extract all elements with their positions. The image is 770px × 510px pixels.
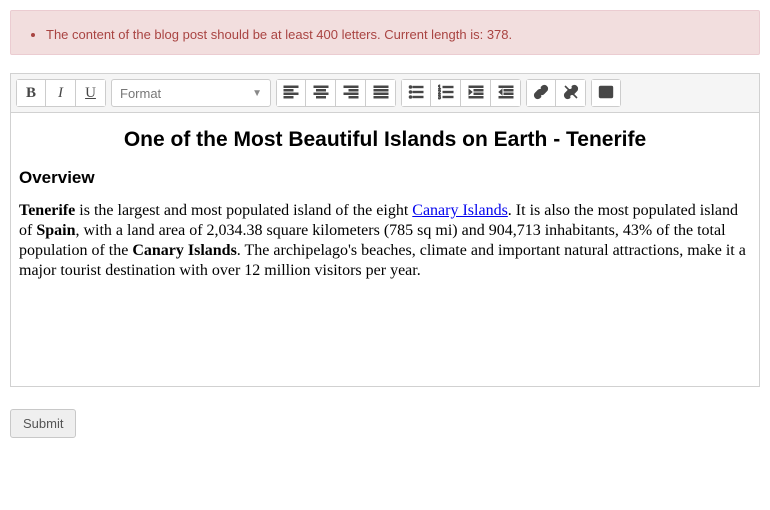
- unordered-list-button[interactable]: [401, 79, 431, 107]
- align-right-button[interactable]: [336, 79, 366, 107]
- bold-text: Spain: [36, 222, 75, 239]
- format-select-label: Format: [120, 86, 161, 101]
- post-title: One of the Most Beautiful Islands on Ear…: [19, 127, 751, 153]
- bold-text: Canary Islands: [132, 242, 236, 259]
- align-right-icon: [343, 84, 359, 103]
- bold-text: Tenerife: [19, 202, 75, 219]
- submit-button[interactable]: Submit: [10, 409, 76, 438]
- outdent-icon: [498, 84, 514, 103]
- link-button[interactable]: [526, 79, 556, 107]
- error-banner: The content of the blog post should be a…: [10, 10, 760, 55]
- align-justify-button[interactable]: [366, 79, 396, 107]
- align-left-icon: [283, 84, 299, 103]
- unlink-icon: [563, 84, 579, 103]
- italic-button[interactable]: I: [46, 79, 76, 107]
- link-icon: [533, 84, 549, 103]
- section-heading: Overview: [19, 167, 751, 188]
- unlink-button[interactable]: [556, 79, 586, 107]
- indent-button[interactable]: [461, 79, 491, 107]
- editor-content-area[interactable]: One of the Most Beautiful Islands on Ear…: [11, 113, 759, 386]
- chevron-down-icon: ▼: [252, 88, 262, 99]
- underline-button[interactable]: U: [76, 79, 106, 107]
- canary-islands-link[interactable]: Canary Islands: [412, 202, 508, 219]
- align-center-button[interactable]: [306, 79, 336, 107]
- format-select[interactable]: Format ▼: [111, 79, 271, 107]
- editor: B I U Format ▼: [10, 73, 760, 387]
- align-justify-icon: [373, 84, 389, 103]
- align-left-button[interactable]: [276, 79, 306, 107]
- error-message: The content of the blog post should be a…: [46, 26, 744, 44]
- editor-toolbar: B I U Format ▼: [11, 74, 759, 113]
- align-center-icon: [313, 84, 329, 103]
- list-ul-icon: [408, 84, 424, 103]
- image-icon: [598, 84, 614, 103]
- post-paragraph: Tenerife is the largest and most populat…: [19, 201, 751, 281]
- outdent-button[interactable]: [491, 79, 521, 107]
- list-ol-icon: 123: [438, 84, 454, 103]
- indent-icon: [468, 84, 484, 103]
- svg-text:3: 3: [438, 95, 441, 100]
- bold-button[interactable]: B: [16, 79, 46, 107]
- ordered-list-button[interactable]: 123: [431, 79, 461, 107]
- image-button[interactable]: [591, 79, 621, 107]
